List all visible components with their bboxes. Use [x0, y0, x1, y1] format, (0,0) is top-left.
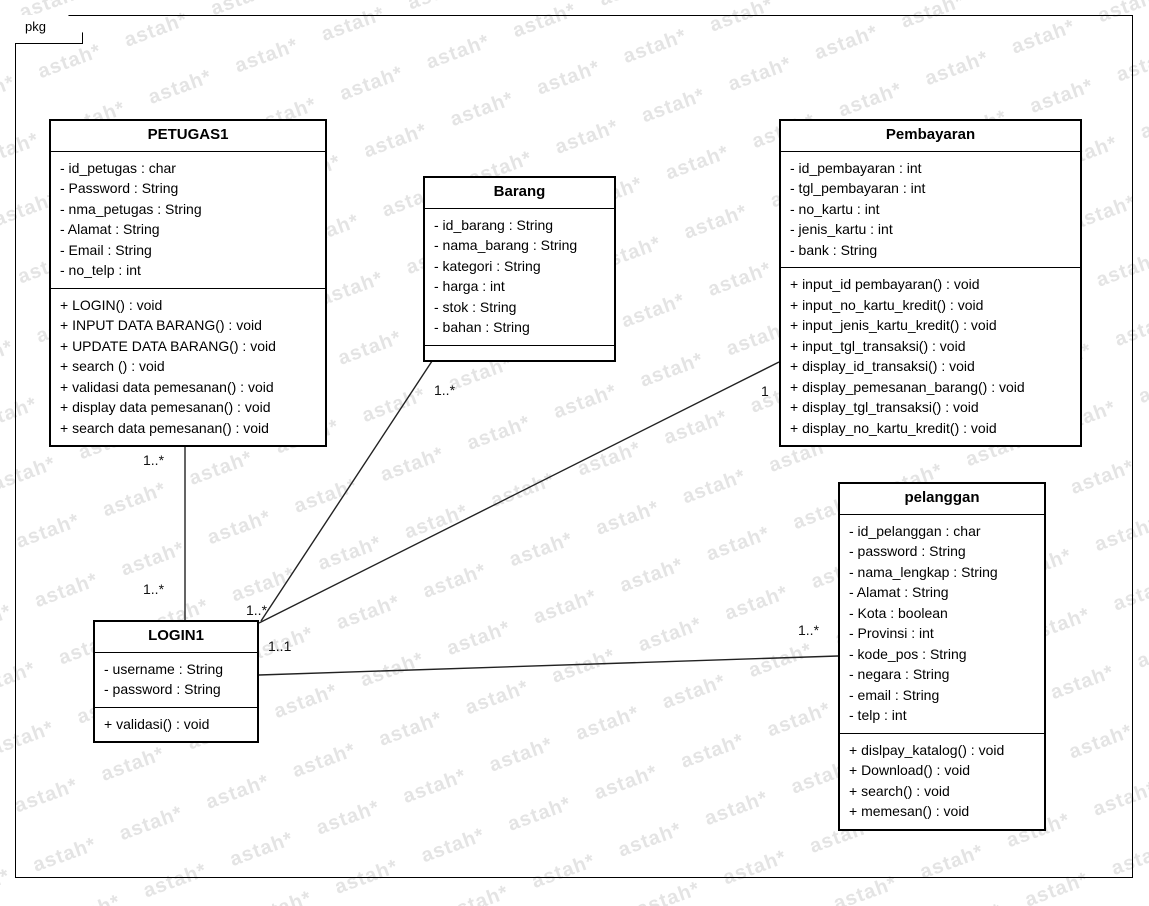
multiplicity-login1-pembayaran-end: 1..1 — [268, 638, 292, 654]
attribute-row: - telp : int — [849, 707, 907, 723]
watermark-text: astah* — [793, 0, 863, 5]
multiplicity-pembayaran-end: 1 — [761, 383, 769, 399]
operation-row: + search() : void — [849, 782, 950, 799]
operation-row: + display_tgl_transaksi() : void — [790, 399, 979, 415]
watermark-text: astah* — [0, 600, 15, 644]
multiplicity-login1-barang-end: 1..* — [246, 602, 268, 618]
operation-row: + memesan() : void — [849, 803, 970, 819]
operation-row: + search data pemesanan() : void — [60, 419, 269, 436]
multiplicity-petugas1-end: 1..* — [143, 452, 165, 468]
multiplicity-barang-end: 1..* — [434, 382, 456, 398]
operation-row: + display_no_kartu_kredit() : void — [790, 419, 997, 436]
operation-row: + validasi() : void — [104, 715, 210, 732]
attribute-row: - kode_pos : String — [849, 645, 967, 662]
attribute-row: - Alamat : String — [849, 584, 949, 600]
operation-row: + display_pemesanan_barang() : void — [790, 378, 1025, 395]
operation-row: + dislpay_katalog() : void — [849, 741, 1005, 758]
watermark-text: astah* — [596, 0, 666, 11]
operation-row: + Download() : void — [849, 762, 971, 778]
operation-row: + display data pemesanan() : void — [60, 399, 271, 415]
watermark-text: astah* — [1135, 364, 1149, 409]
attribute-row: - bank : String — [790, 241, 878, 258]
attributes-compartment-pembayaran: - id_pembayaran : int - tgl_pembayaran :… — [781, 152, 1080, 268]
attribute-row: - jenis_kartu : int — [790, 221, 893, 237]
attribute-row: - Alamat : String — [60, 221, 160, 237]
operations-compartment-pelanggan: + dislpay_katalog() : void + Download() … — [840, 732, 1044, 829]
package-frame-label: pkg — [25, 19, 46, 34]
class-diagram-canvas: astah* astah* astah* astah* astah* astah* asta… — [0, 0, 1149, 906]
package-frame-tab: pkg — [15, 15, 83, 44]
operations-compartment-pembayaran: + input_id pembayaran() : void + input_n… — [781, 267, 1080, 445]
operations-compartment-barang — [425, 344, 614, 360]
attribute-row: - id_barang : String — [434, 216, 554, 233]
class-box-barang[interactable]: Barang - id_barang : String - nama_baran… — [423, 176, 616, 362]
watermark-text: astah* — [936, 900, 1006, 906]
attribute-row: - stok : String — [434, 298, 517, 315]
watermark-text: astah* — [633, 877, 704, 906]
watermark-text: astah* — [985, 0, 1055, 1]
attribute-row: - tgl_pembayaran : int — [790, 180, 926, 196]
attribute-row: - nama_lengkap : String — [849, 563, 998, 580]
attribute-row: - Kota : boolean — [849, 604, 948, 621]
class-name-petugas1: PETUGAS1 — [51, 121, 325, 152]
operation-row: + INPUT DATA BARANG() : void — [60, 317, 262, 333]
attribute-row: - negara : String — [849, 666, 950, 682]
class-name-login1: LOGIN1 — [95, 622, 257, 653]
operation-row: + LOGIN() : void — [60, 296, 163, 313]
class-box-login1[interactable]: LOGIN1 - username : String - password : … — [93, 620, 259, 743]
attribute-row: - kategori : String — [434, 257, 541, 274]
watermark-text: astah* — [405, 0, 475, 14]
attribute-row: - id_petugas : char — [60, 159, 176, 176]
attribute-row: - bahan : String — [434, 319, 530, 335]
attribute-row: - no_telp : int — [60, 262, 141, 278]
attribute-row: - nama_barang : String — [434, 237, 578, 253]
attribute-row: - Password : String — [60, 180, 179, 196]
attributes-compartment-pelanggan: - id_pelanggan : char - password : Strin… — [840, 515, 1044, 733]
operation-row: + input_jenis_kartu_kredit() : void — [790, 317, 997, 333]
watermark-text: astah* — [1132, 894, 1149, 906]
watermark-text: astah* — [245, 887, 315, 906]
operation-row: + validasi data pemesanan() : void — [60, 378, 274, 395]
class-name-barang: Barang — [425, 178, 614, 209]
watermark-text: astah* — [0, 335, 17, 380]
watermark-text: astah* — [0, 864, 14, 906]
class-box-pelanggan[interactable]: pelanggan - id_pelanggan : char - passwo… — [838, 482, 1046, 831]
watermark-text: astah* — [1134, 629, 1149, 673]
attribute-row: - Email : String — [60, 241, 152, 258]
operation-row: + input_tgl_transaksi() : void — [790, 337, 966, 354]
operation-row: + display_id_transaksi() : void — [790, 358, 975, 374]
operation-row: + search () : void — [60, 358, 165, 374]
attributes-compartment-petugas1: - id_petugas : char - Password : String … — [51, 152, 325, 288]
operations-compartment-login1: + validasi() : void — [95, 706, 257, 742]
attribute-row: - username : String — [104, 660, 224, 677]
watermark-text: astah* — [54, 891, 124, 906]
attribute-row: - harga : int — [434, 278, 505, 294]
operations-compartment-petugas1: + LOGIN() : void + INPUT DATA BARANG() :… — [51, 287, 325, 446]
watermark-text: astah* — [442, 881, 512, 906]
attribute-row: - password : String — [104, 681, 221, 697]
attribute-row: - password : String — [849, 543, 966, 559]
attribute-row: - nma_petugas : String — [60, 200, 202, 217]
attribute-row: - id_pembayaran : int — [790, 159, 922, 176]
attribute-row: - Provinsi : int — [849, 625, 934, 641]
multiplicity-pelanggan-end: 1..* — [798, 622, 820, 638]
attribute-row: - no_kartu : int — [790, 200, 880, 217]
attributes-compartment-barang: - id_barang : String - nama_barang : Str… — [425, 209, 614, 345]
class-name-pembayaran: Pembayaran — [781, 121, 1080, 152]
attribute-row: - id_pelanggan : char — [849, 522, 981, 539]
attribute-row: - email : String — [849, 686, 940, 703]
class-name-pelanggan: pelanggan — [840, 484, 1044, 515]
watermark-text: astah* — [1137, 100, 1149, 144]
attributes-compartment-login1: - username : String - password : String — [95, 653, 257, 707]
operation-row: + UPDATE DATA BARANG() : void — [60, 337, 276, 354]
class-box-petugas1[interactable]: PETUGAS1 - id_petugas : char - Password … — [49, 119, 327, 447]
class-box-pembayaran[interactable]: Pembayaran - id_pembayaran : int - tgl_p… — [779, 119, 1082, 447]
operation-row: + input_id pembayaran() : void — [790, 276, 980, 292]
multiplicity-login1-petugas1-end: 1..* — [143, 581, 165, 597]
operation-row: + input_no_kartu_kredit() : void — [790, 296, 984, 313]
